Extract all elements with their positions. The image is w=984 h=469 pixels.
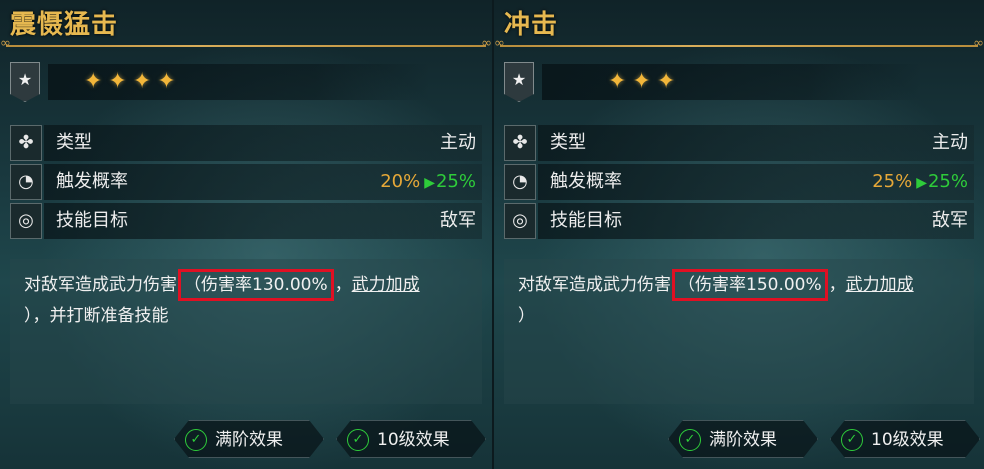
- button-label: 10级效果: [871, 430, 944, 450]
- type-icon: ✤: [504, 125, 536, 161]
- target-icon: ◎: [10, 203, 42, 239]
- desc-suffix: ）: [518, 306, 535, 326]
- force-bonus-link[interactable]: 武力加成: [352, 275, 420, 295]
- rate-new: 25%: [435, 171, 476, 192]
- row-label: 触发概率: [550, 171, 622, 192]
- rate-new: 25%: [927, 171, 968, 192]
- row-label: 技能目标: [56, 210, 128, 231]
- row-value: 主动: [932, 132, 968, 153]
- skill-title: 冲击: [504, 10, 559, 40]
- row-label: 类型: [56, 132, 92, 153]
- target-icon: ◎: [504, 203, 536, 239]
- type-icon: ✤: [10, 125, 42, 161]
- row-label: 技能目标: [550, 210, 622, 231]
- check-icon: ✓: [347, 429, 369, 451]
- full-rank-effect-button[interactable]: ✓ 满阶效果: [668, 420, 818, 458]
- rate-icon: ◔: [504, 164, 536, 200]
- row-value: 25% ▶25%: [872, 164, 968, 201]
- desc-suffix: ），并打断准备技能: [24, 306, 169, 326]
- desc-separator: ，: [334, 275, 352, 295]
- row-bar: [44, 125, 482, 161]
- rate-old: 20%: [380, 171, 421, 192]
- row-type: ✤ 类型 主动: [10, 125, 482, 161]
- row-type: ✤ 类型 主动: [504, 125, 974, 161]
- skill-card-left: 震慑猛击 ★ ✦✦✦✦ ✤ 类型 主动 ◔ 触发概率 20%▶25% ◎ 技能目…: [0, 0, 492, 469]
- full-rank-effect-button[interactable]: ✓ 满阶效果: [174, 420, 324, 458]
- row-trigger-rate: ◔ 触发概率 20% ▶25%: [10, 164, 482, 200]
- arrow-right-icon: ▶: [424, 175, 435, 191]
- rate-icon: ◔: [10, 164, 42, 200]
- check-icon: ✓: [841, 429, 863, 451]
- damage-rate-highlight: （伤害率150.00%: [672, 269, 828, 301]
- force-bonus-link[interactable]: 武力加成: [846, 275, 914, 295]
- row-trigger-rate: ◔ 触发概率 25% ▶25%: [504, 164, 974, 200]
- star-strip: [542, 64, 922, 100]
- arrow-right-icon: ▶: [916, 175, 927, 191]
- desc-separator: ，: [828, 275, 846, 295]
- damage-rate-highlight: （伤害率130.00%: [178, 269, 334, 301]
- button-label: 10级效果: [377, 430, 450, 450]
- check-icon: ✓: [185, 429, 207, 451]
- rate-old: 25%: [872, 171, 913, 192]
- skill-description: 对敌军造成武力伤害 （伤害率130.00% ，武力加成 ），并打断准备技能: [10, 259, 482, 404]
- button-label: 满阶效果: [215, 430, 283, 450]
- skill-description: 对敌军造成武力伤害 （伤害率150.00% ，武力加成 ）: [504, 259, 974, 404]
- row-label: 类型: [550, 132, 586, 153]
- star-badge-icon: ★: [10, 62, 40, 102]
- desc-prefix: 对敌军造成武力伤害: [24, 275, 177, 295]
- title-divider: [0, 36, 492, 51]
- button-label: 满阶效果: [709, 430, 777, 450]
- title-divider: [494, 36, 984, 51]
- description-text: 对敌军造成武力伤害 （伤害率150.00% ，武力加成 ）: [518, 269, 968, 332]
- level-10-effect-button[interactable]: ✓ 10级效果: [336, 420, 486, 458]
- star-rating: ✦✦✦: [608, 69, 682, 94]
- row-target: ◎ 技能目标 敌军: [10, 203, 482, 239]
- desc-prefix: 对敌军造成武力伤害: [518, 275, 671, 295]
- row-bar: [538, 125, 974, 161]
- level-10-effect-button[interactable]: ✓ 10级效果: [830, 420, 980, 458]
- row-value: 主动: [440, 132, 476, 153]
- description-text: 对敌军造成武力伤害 （伤害率130.00% ，武力加成 ），并打断准备技能: [24, 269, 474, 332]
- row-target: ◎ 技能目标 敌军: [504, 203, 974, 239]
- skill-title: 震慑猛击: [10, 10, 119, 40]
- skill-card-right: 冲击 ★ ✦✦✦ ✤ 类型 主动 ◔ 触发概率 25%▶25% ◎ 技能目标 敌…: [492, 0, 984, 469]
- row-value: 敌军: [440, 210, 476, 231]
- row-value: 敌军: [932, 210, 968, 231]
- star-rating: ✦✦✦✦: [84, 69, 182, 94]
- row-value: 20% ▶25%: [380, 164, 476, 201]
- star-badge-icon: ★: [504, 62, 534, 102]
- row-label: 触发概率: [56, 171, 128, 192]
- check-icon: ✓: [679, 429, 701, 451]
